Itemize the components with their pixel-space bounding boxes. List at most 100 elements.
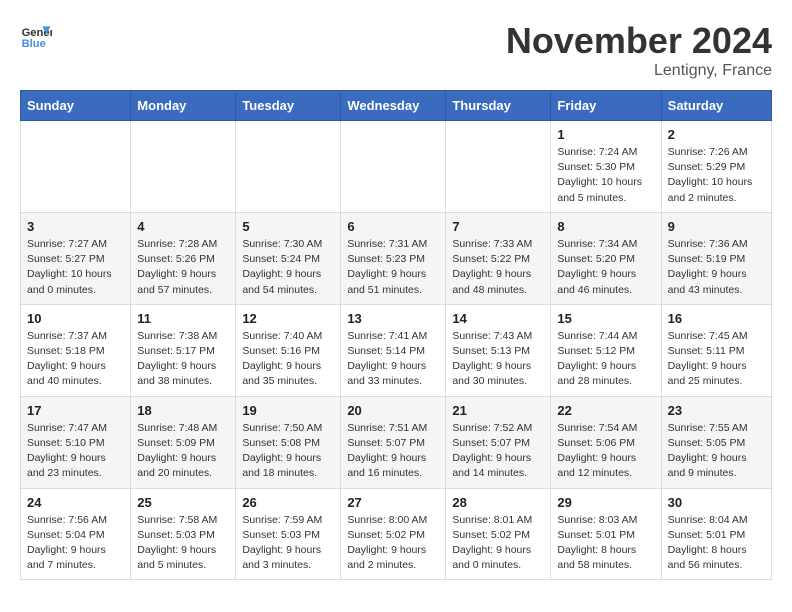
day-info: Sunrise: 7:56 AM Sunset: 5:04 PM Dayligh… xyxy=(27,513,124,574)
day-info: Sunrise: 7:55 AM Sunset: 5:05 PM Dayligh… xyxy=(668,421,765,482)
logo: General Blue xyxy=(20,20,52,52)
day-cell: 18Sunrise: 7:48 AM Sunset: 5:09 PM Dayli… xyxy=(131,396,236,488)
day-info: Sunrise: 7:54 AM Sunset: 5:06 PM Dayligh… xyxy=(557,421,654,482)
day-info: Sunrise: 7:58 AM Sunset: 5:03 PM Dayligh… xyxy=(137,513,229,574)
day-info: Sunrise: 7:47 AM Sunset: 5:10 PM Dayligh… xyxy=(27,421,124,482)
day-info: Sunrise: 8:00 AM Sunset: 5:02 PM Dayligh… xyxy=(347,513,439,574)
day-number: 27 xyxy=(347,495,439,510)
day-info: Sunrise: 7:43 AM Sunset: 5:13 PM Dayligh… xyxy=(452,329,544,390)
day-number: 14 xyxy=(452,311,544,326)
week-row-3: 10Sunrise: 7:37 AM Sunset: 5:18 PM Dayli… xyxy=(21,304,772,396)
day-cell: 29 Sunrise: 8:03 AM Sunset: 5:01 PM Dayli… xyxy=(551,488,661,580)
page-header: General Blue November 2024 Lentigny, Fra… xyxy=(20,20,772,80)
day-number: 21 xyxy=(452,403,544,418)
day-number: 24 xyxy=(27,495,124,510)
day-info: Sunrise: 7:41 AM Sunset: 5:14 PM Dayligh… xyxy=(347,329,439,390)
day-number: 3 xyxy=(27,219,124,234)
day-cell: 6 Sunrise: 7:31 AM Sunset: 5:23 PM Daylig… xyxy=(341,212,446,304)
day-number: 19 xyxy=(242,403,334,418)
day-cell: 17 Sunrise: 7:47 AM Sunset: 5:10 PM Dayli… xyxy=(21,396,131,488)
day-number: 12 xyxy=(242,311,334,326)
weekday-header-friday: Friday xyxy=(551,91,661,121)
title-area: November 2024 Lentigny, France xyxy=(506,20,772,80)
day-cell: 24 Sunrise: 7:56 AM Sunset: 5:04 PM Dayli… xyxy=(21,488,131,580)
weekday-header-tuesday: Tuesday xyxy=(236,91,341,121)
day-cell: 5 Sunrise: 7:30 AM Sunset: 5:24 PM Daylig… xyxy=(236,212,341,304)
calendar-table: SundayMondayTuesdayWednesdayThursdayFrid… xyxy=(20,90,772,580)
week-row-1: 1 Sunrise: 7:24 AM Sunset: 5:30 PM Daylig… xyxy=(21,121,772,213)
weekday-header-thursday: Thursday xyxy=(446,91,551,121)
calendar-body: 1 Sunrise: 7:24 AM Sunset: 5:30 PM Daylig… xyxy=(21,121,772,580)
day-cell: 11 Sunrise: 7:38 AM Sunset: 5:17 PM Dayli… xyxy=(131,304,236,396)
day-number: 11 xyxy=(137,311,229,326)
day-number: 17 xyxy=(27,403,124,418)
day-cell: 15Sunrise: 7:44 AM Sunset: 5:12 PM Dayli… xyxy=(551,304,661,396)
day-number: 8 xyxy=(557,219,654,234)
day-cell: 21 Sunrise: 7:52 AM Sunset: 5:07 PM Dayli… xyxy=(446,396,551,488)
day-number: 10 xyxy=(27,311,124,326)
day-number: 7 xyxy=(452,219,544,234)
svg-text:Blue: Blue xyxy=(22,38,46,50)
day-cell: 26 Sunrise: 7:59 AM Sunset: 5:03 PM Dayli… xyxy=(236,488,341,580)
day-info: Sunrise: 7:31 AM Sunset: 5:23 PM Dayligh… xyxy=(347,237,439,298)
day-number: 13 xyxy=(347,311,439,326)
day-info: Sunrise: 7:38 AM Sunset: 5:17 PM Dayligh… xyxy=(137,329,229,390)
month-title: November 2024 xyxy=(506,20,772,62)
day-cell xyxy=(236,121,341,213)
day-cell xyxy=(131,121,236,213)
day-number: 9 xyxy=(668,219,765,234)
day-info: Sunrise: 7:51 AM Sunset: 5:07 PM Dayligh… xyxy=(347,421,439,482)
day-cell: 22 Sunrise: 7:54 AM Sunset: 5:06 PM Dayli… xyxy=(551,396,661,488)
day-info: Sunrise: 7:34 AM Sunset: 5:20 PM Dayligh… xyxy=(557,237,654,298)
day-cell: 23Sunrise: 7:55 AM Sunset: 5:05 PM Dayli… xyxy=(661,396,771,488)
day-cell: 14 Sunrise: 7:43 AM Sunset: 5:13 PM Dayli… xyxy=(446,304,551,396)
day-info: Sunrise: 7:30 AM Sunset: 5:24 PM Dayligh… xyxy=(242,237,334,298)
day-number: 16 xyxy=(668,311,765,326)
day-number: 18 xyxy=(137,403,229,418)
week-row-2: 3 Sunrise: 7:27 AM Sunset: 5:27 PM Daylig… xyxy=(21,212,772,304)
day-number: 15 xyxy=(557,311,654,326)
day-number: 6 xyxy=(347,219,439,234)
day-info: Sunrise: 7:36 AM Sunset: 5:19 PM Dayligh… xyxy=(668,237,765,298)
day-number: 20 xyxy=(347,403,439,418)
weekday-header-sunday: Sunday xyxy=(21,91,131,121)
day-info: Sunrise: 7:24 AM Sunset: 5:30 PM Dayligh… xyxy=(557,145,654,206)
day-cell: 16Sunrise: 7:45 AM Sunset: 5:11 PM Dayli… xyxy=(661,304,771,396)
day-number: 29 xyxy=(557,495,654,510)
day-cell: 8 Sunrise: 7:34 AM Sunset: 5:20 PM Daylig… xyxy=(551,212,661,304)
location: Lentigny, France xyxy=(506,62,772,80)
day-info: Sunrise: 7:52 AM Sunset: 5:07 PM Dayligh… xyxy=(452,421,544,482)
day-cell xyxy=(341,121,446,213)
day-number: 22 xyxy=(557,403,654,418)
day-number: 1 xyxy=(557,127,654,142)
day-cell: 19Sunrise: 7:50 AM Sunset: 5:08 PM Dayli… xyxy=(236,396,341,488)
day-cell: 12Sunrise: 7:40 AM Sunset: 5:16 PM Dayli… xyxy=(236,304,341,396)
day-cell: 4Sunrise: 7:28 AM Sunset: 5:26 PM Daylig… xyxy=(131,212,236,304)
day-number: 5 xyxy=(242,219,334,234)
weekday-header-saturday: Saturday xyxy=(661,91,771,121)
weekday-header-row: SundayMondayTuesdayWednesdayThursdayFrid… xyxy=(21,91,772,121)
day-info: Sunrise: 8:04 AM Sunset: 5:01 PM Dayligh… xyxy=(668,513,765,574)
week-row-4: 17 Sunrise: 7:47 AM Sunset: 5:10 PM Dayli… xyxy=(21,396,772,488)
day-number: 26 xyxy=(242,495,334,510)
day-cell: 25Sunrise: 7:58 AM Sunset: 5:03 PM Dayli… xyxy=(131,488,236,580)
day-info: Sunrise: 7:59 AM Sunset: 5:03 PM Dayligh… xyxy=(242,513,334,574)
day-number: 4 xyxy=(137,219,229,234)
weekday-header-monday: Monday xyxy=(131,91,236,121)
day-cell: 10Sunrise: 7:37 AM Sunset: 5:18 PM Dayli… xyxy=(21,304,131,396)
logo-icon: General Blue xyxy=(20,20,52,52)
day-cell: 9 Sunrise: 7:36 AM Sunset: 5:19 PM Daylig… xyxy=(661,212,771,304)
day-cell: 28Sunrise: 8:01 AM Sunset: 5:02 PM Dayli… xyxy=(446,488,551,580)
calendar-header: SundayMondayTuesdayWednesdayThursdayFrid… xyxy=(21,91,772,121)
weekday-header-wednesday: Wednesday xyxy=(341,91,446,121)
day-cell: 27 Sunrise: 8:00 AM Sunset: 5:02 PM Dayli… xyxy=(341,488,446,580)
week-row-5: 24 Sunrise: 7:56 AM Sunset: 5:04 PM Dayli… xyxy=(21,488,772,580)
day-info: Sunrise: 8:03 AM Sunset: 5:01 PM Dayligh… xyxy=(557,513,654,574)
day-info: Sunrise: 7:27 AM Sunset: 5:27 PM Dayligh… xyxy=(27,237,124,298)
day-info: Sunrise: 7:26 AM Sunset: 5:29 PM Dayligh… xyxy=(668,145,765,206)
day-cell: 1 Sunrise: 7:24 AM Sunset: 5:30 PM Daylig… xyxy=(551,121,661,213)
day-cell: 3 Sunrise: 7:27 AM Sunset: 5:27 PM Daylig… xyxy=(21,212,131,304)
day-number: 28 xyxy=(452,495,544,510)
day-number: 30 xyxy=(668,495,765,510)
day-cell xyxy=(21,121,131,213)
